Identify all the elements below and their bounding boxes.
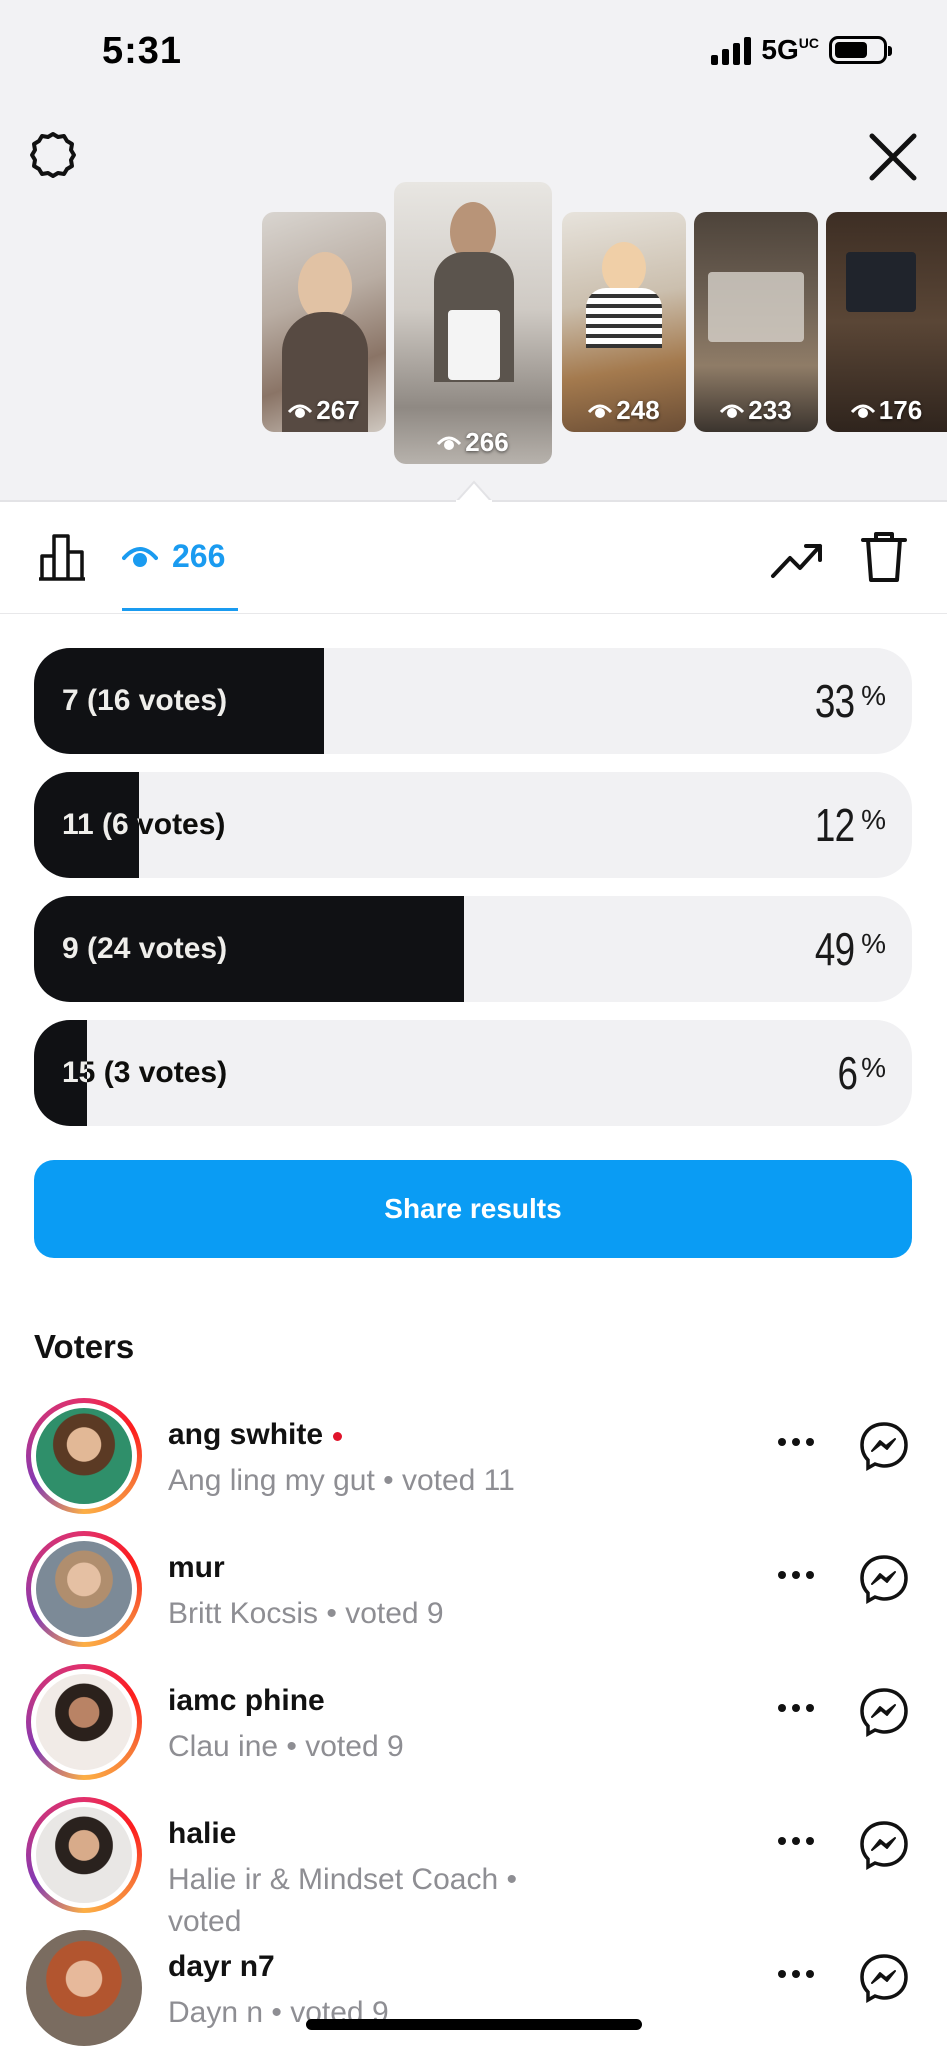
poll-option-label: 9 (24 votes): [62, 932, 228, 965]
poll-option-label: 11 (6 votes): [62, 808, 226, 841]
more-options-icon[interactable]: [776, 1835, 816, 1847]
more-options-icon[interactable]: [776, 1968, 816, 1980]
eye-icon: [720, 404, 745, 418]
voter-subtitle: Ang ling my gut • voted 11: [168, 1464, 515, 1497]
status-indicators: 5GUC: [711, 34, 892, 66]
poll-option-4: 15 (3 votes) 6%: [34, 1020, 912, 1126]
home-indicator[interactable]: [306, 2019, 642, 2030]
voter-row[interactable]: iamc phine Clau ine • voted 9: [0, 1664, 947, 1794]
eye-icon: [850, 404, 875, 418]
poll-option-percent: 49%: [814, 923, 886, 975]
trending-up-icon[interactable]: [770, 540, 826, 580]
eye-icon: [122, 546, 158, 567]
poll-option-1: 7 (16 votes) 33%: [34, 648, 912, 754]
tab-underline: [122, 608, 238, 611]
poll-option-label: 15 (3 votes): [62, 1056, 228, 1089]
signal-icon: [711, 35, 752, 65]
battery-icon: [829, 36, 892, 64]
share-results-button[interactable]: Share results: [34, 1160, 912, 1258]
eye-icon: [588, 404, 613, 418]
messenger-icon[interactable]: [858, 1686, 910, 1738]
eye-icon: [437, 436, 462, 450]
poll-option-percent: 6%: [836, 1047, 886, 1099]
story-thumbnail[interactable]: 176: [826, 212, 947, 432]
poll-option-2: 11 (6 votes) 12%: [34, 772, 912, 878]
avatar[interactable]: [26, 1664, 142, 1780]
story-thumbnail-selected[interactable]: 266: [394, 182, 552, 464]
voter-subtitle: Clau ine • voted 9: [168, 1730, 404, 1763]
story-thumbnail[interactable]: 248: [562, 212, 686, 432]
voter-row[interactable]: ang swhite Ang ling my gut • voted 11: [0, 1398, 947, 1528]
tab-viewers[interactable]: 266: [122, 538, 225, 575]
unread-dot: [333, 1431, 343, 1441]
voter-subtitle: Britt Kocsis • voted 9: [168, 1597, 444, 1630]
more-options-icon[interactable]: [776, 1569, 816, 1581]
selection-pointer: [456, 480, 492, 502]
messenger-icon[interactable]: [858, 1553, 910, 1605]
more-options-icon[interactable]: [776, 1436, 816, 1448]
poll-option-percent: 33%: [814, 675, 886, 727]
voter-username: dayr n7: [168, 1950, 275, 1983]
avatar[interactable]: [26, 1398, 142, 1514]
trash-icon[interactable]: [860, 530, 908, 584]
poll-option-label: 7 (16 votes): [62, 684, 228, 717]
messenger-icon[interactable]: [858, 1420, 910, 1472]
avatar[interactable]: [26, 1531, 142, 1647]
voters-title: Voters: [34, 1328, 135, 1365]
voter-row[interactable]: halie Halie ir & Mindset Coach • voted: [0, 1797, 947, 1938]
voter-username: halie: [168, 1817, 237, 1850]
voter-username: mur: [168, 1551, 225, 1584]
eye-icon: [288, 404, 313, 418]
voter-row[interactable]: mur Britt Kocsis • voted 9: [0, 1531, 947, 1661]
poll-option-percent: 12%: [814, 799, 886, 851]
close-icon[interactable]: [866, 130, 920, 184]
status-time: 5:31: [102, 30, 183, 72]
voter-username: ang swhite: [168, 1418, 343, 1452]
viewers-count: 266: [172, 538, 226, 574]
poll-option-3: 9 (24 votes) 49%: [34, 896, 912, 1002]
story-thumbnail[interactable]: 233: [694, 212, 818, 432]
avatar[interactable]: [26, 1930, 142, 2046]
gear-icon[interactable]: [28, 130, 78, 180]
story-thumbnail[interactable]: 267: [262, 212, 386, 432]
messenger-icon[interactable]: [858, 1819, 910, 1871]
network-label: 5GUC: [761, 34, 819, 65]
bar-chart-icon[interactable]: [36, 530, 88, 582]
avatar[interactable]: [26, 1797, 142, 1913]
voter-row[interactable]: dayr n7 Dayn n • voted 9: [0, 1930, 947, 2048]
more-options-icon[interactable]: [776, 1702, 816, 1714]
messenger-icon[interactable]: [858, 1952, 910, 2004]
voter-username: iamc phine: [168, 1684, 325, 1717]
